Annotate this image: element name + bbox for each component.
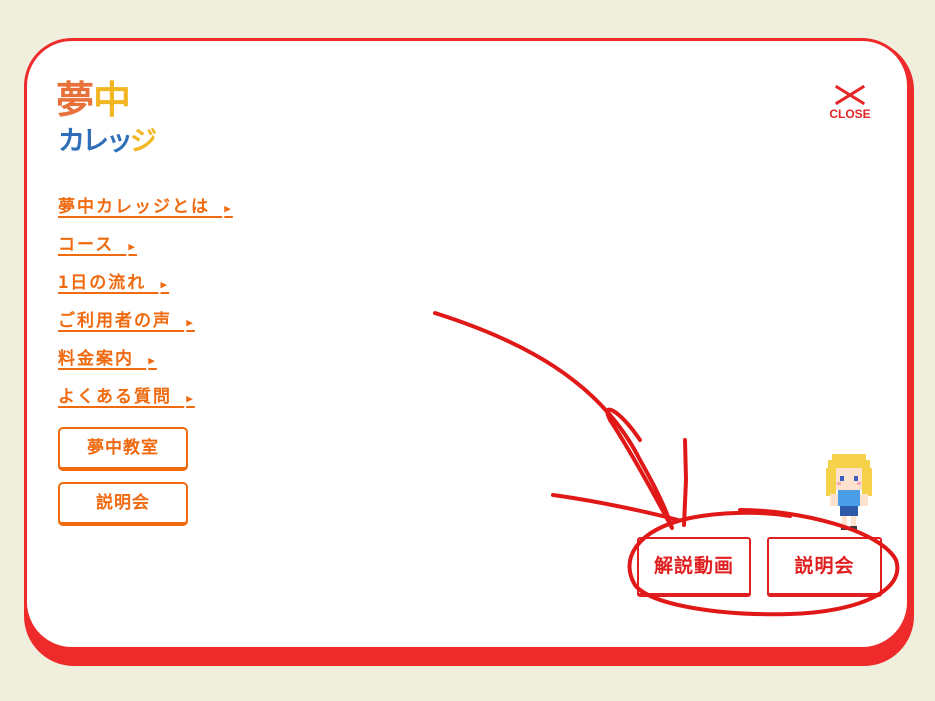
- page: 夢中 カレッジ CLOSE 夢中カレッジとは ▶ コース ▶ 1日の流れ ▶ ご…: [0, 0, 935, 701]
- nav-label: ご利用者の声: [58, 311, 172, 331]
- nav-item-daily-flow: 1日の流れ ▶: [58, 268, 233, 306]
- logo-top: 夢中: [56, 78, 131, 122]
- logo[interactable]: 夢中 カレッジ: [56, 80, 160, 164]
- pixel-character-image: [826, 454, 872, 530]
- nav-item-voices: ご利用者の声 ▶: [58, 306, 233, 344]
- triangle-right-icon: ▶: [186, 316, 195, 329]
- nav-label: よくある質問: [58, 387, 172, 407]
- nav-link-daily-flow[interactable]: 1日の流れ ▶: [58, 268, 169, 293]
- logo-char-3: カレッ: [58, 126, 133, 157]
- nav-link-about[interactable]: 夢中カレッジとは ▶: [58, 192, 233, 217]
- close-button[interactable]: CLOSE: [824, 84, 876, 124]
- close-label: CLOSE: [829, 107, 871, 121]
- triangle-right-icon: ▶: [224, 202, 233, 215]
- triangle-right-icon: ▶: [160, 278, 170, 291]
- nav-link-pricing[interactable]: 料金案内 ▶: [58, 344, 157, 369]
- classroom-button[interactable]: 夢中教室: [58, 427, 188, 471]
- logo-char-4: ジ: [130, 126, 157, 157]
- nav-menu: 夢中カレッジとは ▶ コース ▶ 1日の流れ ▶ ご利用者の声 ▶ 料金案内 ▶…: [58, 192, 233, 420]
- nav-item-about: 夢中カレッジとは ▶: [58, 192, 233, 230]
- nav-label: 1日の流れ: [58, 273, 147, 293]
- nav-label: 夢中カレッジとは: [58, 197, 210, 217]
- nav-link-course[interactable]: コース ▶: [58, 230, 137, 255]
- nav-link-faq[interactable]: よくある質問 ▶: [58, 382, 195, 407]
- nav-item-faq: よくある質問 ▶: [58, 382, 233, 420]
- nav-item-pricing: 料金案内 ▶: [58, 344, 233, 382]
- logo-char-2: 中: [93, 78, 131, 122]
- nav-label: コース: [58, 235, 115, 255]
- nav-label: 料金案内: [58, 349, 134, 369]
- briefing-side-button[interactable]: 説明会: [58, 482, 188, 526]
- nav-item-course: コース ▶: [58, 230, 233, 268]
- explanation-video-button[interactable]: 解説動画: [637, 537, 751, 597]
- briefing-button[interactable]: 説明会: [767, 537, 882, 597]
- close-icon: [835, 84, 865, 106]
- triangle-right-icon: ▶: [186, 392, 195, 405]
- logo-char-1: 夢: [56, 78, 94, 122]
- triangle-right-icon: ▶: [148, 354, 157, 367]
- triangle-right-icon: ▶: [128, 240, 138, 253]
- logo-bottom: カレッジ: [58, 126, 157, 158]
- nav-link-voices[interactable]: ご利用者の声 ▶: [58, 306, 195, 331]
